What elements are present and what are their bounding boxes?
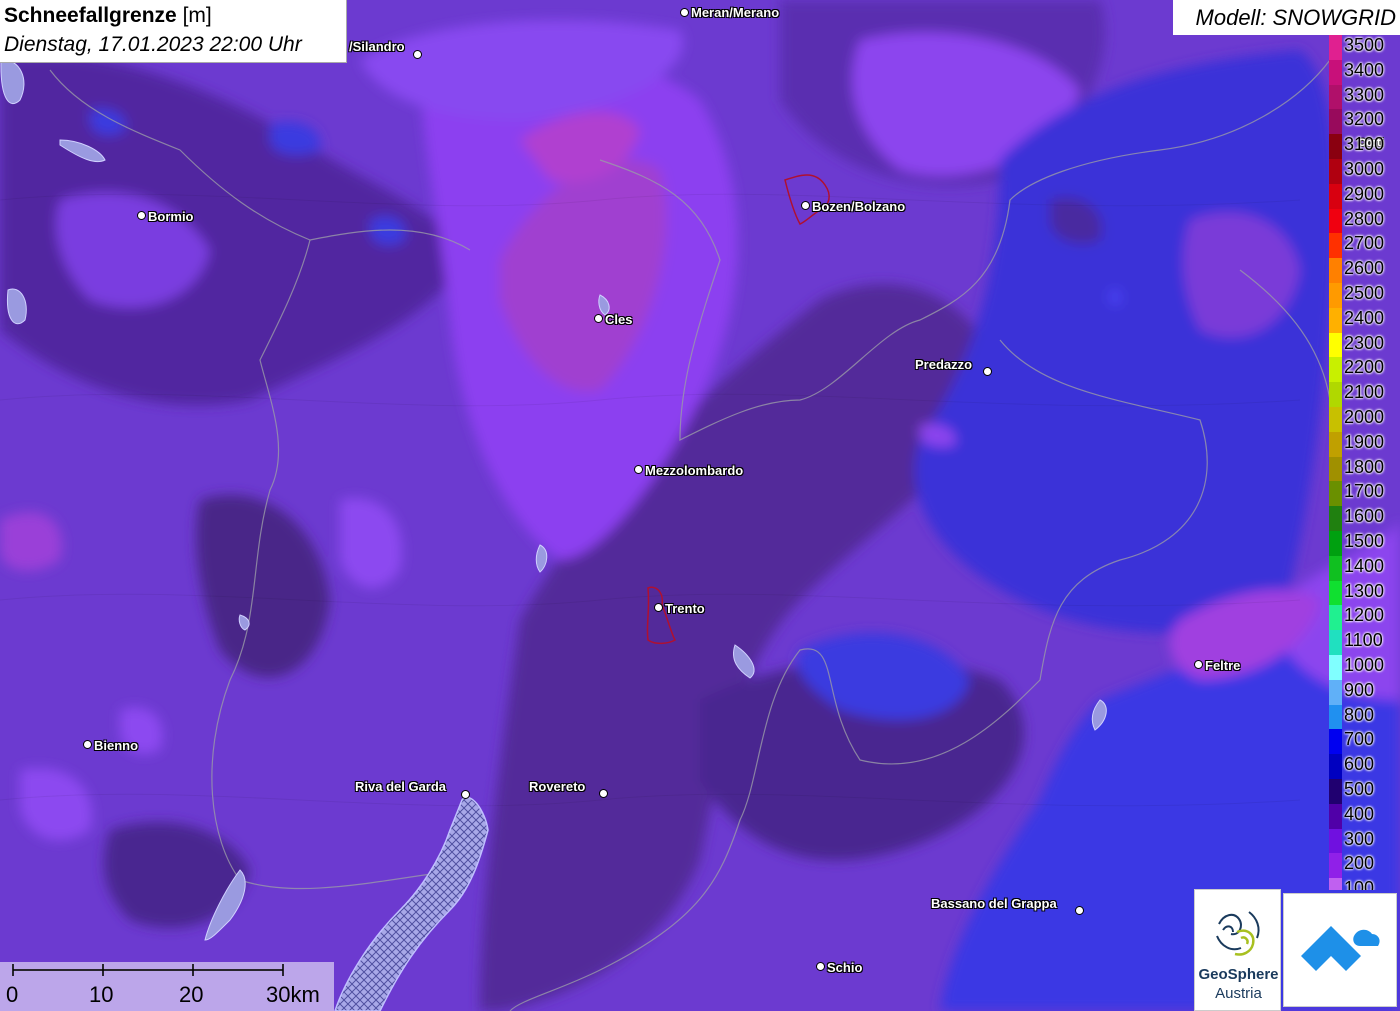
legend-item: 1800 — [1329, 445, 1400, 482]
city-label-riva: Riva del Garda — [355, 779, 447, 794]
legend-item: 2200 — [1329, 345, 1400, 383]
city-dot-bassano — [1075, 906, 1084, 915]
city-label-predazzo: Predazzo — [915, 357, 973, 372]
legend-item: 2800 — [1329, 197, 1400, 234]
app-logo — [1283, 893, 1397, 1007]
city-dot-cles — [594, 314, 603, 323]
city-dot-rovereto — [599, 789, 608, 798]
legend-item: 3500 — [1329, 35, 1400, 60]
legend-item: 700 — [1329, 717, 1400, 755]
legend-item: 1100 — [1329, 618, 1400, 656]
legend-item: 100 — [1329, 866, 1400, 890]
legend-item: 2700 — [1329, 221, 1400, 259]
city-dot-bormio — [137, 211, 146, 220]
color-legend: 3500 3400 3300 3200 3100 3000 2900 2800 2700 2600… — [1329, 35, 1400, 890]
legend-swatch — [1329, 878, 1342, 890]
city-label-bolzano: Bozen/Bolzano — [812, 199, 906, 214]
geosphere-text-1: GeoSphere — [1198, 966, 1279, 983]
legend-item: 2400 — [1329, 296, 1400, 333]
scale-label-10: 10 — [89, 982, 114, 1007]
geosphere-text-2: Austria — [1215, 985, 1262, 1002]
legend-item: 3000 — [1329, 147, 1400, 184]
map-title: Schneefallgrenze [m] — [4, 4, 212, 28]
city-dot-trento — [654, 603, 663, 612]
legend-item: 400 — [1329, 792, 1400, 829]
city-label-trento: Trento — [665, 601, 705, 616]
city-dot-bolzano — [801, 201, 810, 210]
legend-item: 3400 — [1329, 48, 1400, 85]
city-dot-bienno — [83, 740, 92, 749]
city-dot-schio — [816, 962, 825, 971]
legend-item: 900 — [1329, 668, 1400, 705]
legend-item: 600 — [1329, 742, 1400, 780]
city-label-merano: Meran/Merano — [691, 5, 780, 20]
legend-item: 1400 — [1329, 544, 1400, 581]
legend-item: 1200 — [1329, 593, 1400, 631]
legend-item: 2500 — [1329, 271, 1400, 308]
title-text: Schneefallgrenze — [4, 4, 177, 27]
legend-item: 800 — [1329, 693, 1400, 730]
city-dot-merano — [680, 8, 689, 17]
city-dot-feltre — [1194, 660, 1203, 669]
city-dot-mezzolombardo — [634, 465, 643, 474]
scale-label-20: 20 — [179, 982, 204, 1007]
legend-item: 2600 — [1329, 246, 1400, 284]
legend-item: 1300 — [1329, 569, 1400, 606]
legend-item: 1900 — [1329, 420, 1400, 457]
city-dot-riva — [461, 790, 470, 799]
legend-item: 3200 — [1329, 97, 1400, 135]
legend-item: 2000 — [1329, 395, 1400, 432]
legend-item: 300 — [1329, 817, 1400, 854]
city-label-bassano: Bassano del Grappa — [931, 896, 1057, 911]
city-label-feltre: Feltre — [1205, 658, 1241, 673]
city-label-bormio: Bormio — [148, 209, 194, 224]
city-label-bienno: Bienno — [94, 738, 139, 753]
snow-mountain-icon — [1301, 926, 1380, 971]
model-box: Modell: SNOWGRID — [1173, 0, 1400, 35]
legend-item: 200 — [1329, 841, 1400, 879]
legend-item: 3100 — [1329, 122, 1400, 160]
geosphere-logo: GeoSphere Austria — [1194, 889, 1281, 1011]
legend-label: 100 — [1344, 878, 1375, 890]
title-box: Schneefallgrenze [m] Dienstag, 17.01.202… — [0, 0, 347, 63]
scale-label-0: 0 — [6, 982, 19, 1007]
city-label-rovereto: Rovereto — [529, 779, 586, 794]
map-date: Dienstag, 17.01.2023 22:00 Uhr — [4, 33, 302, 56]
geosphere-icon — [1216, 911, 1260, 956]
legend-item: 500 — [1329, 767, 1400, 804]
snowline-field — [0, 0, 1400, 1011]
city-label-mezzolombardo: Mezzolombardo — [645, 463, 744, 478]
legend-item: 1700 — [1329, 469, 1400, 507]
city-label-silandro: /Silandro — [349, 39, 405, 54]
city-dot-predazzo — [983, 367, 992, 376]
city-dot-silandro — [413, 50, 422, 59]
legend-item: 1600 — [1329, 494, 1400, 532]
city-label-schio: Schio — [827, 960, 863, 975]
scale-label-30km: 30km — [266, 982, 320, 1007]
legend-item: 2100 — [1329, 370, 1400, 408]
title-unit: [m] — [182, 4, 212, 27]
legend-item: 2900 — [1329, 172, 1400, 209]
snowfall-map[interactable] — [0, 0, 1400, 1011]
city-label-cles: Cles — [605, 312, 633, 327]
legend-item: 3300 — [1329, 73, 1400, 110]
model-label: Modell: SNOWGRID — [1195, 5, 1396, 30]
legend-item: 2300 — [1329, 321, 1400, 358]
legend-item: 1000 — [1329, 643, 1400, 680]
legend-item: 1500 — [1329, 519, 1400, 556]
